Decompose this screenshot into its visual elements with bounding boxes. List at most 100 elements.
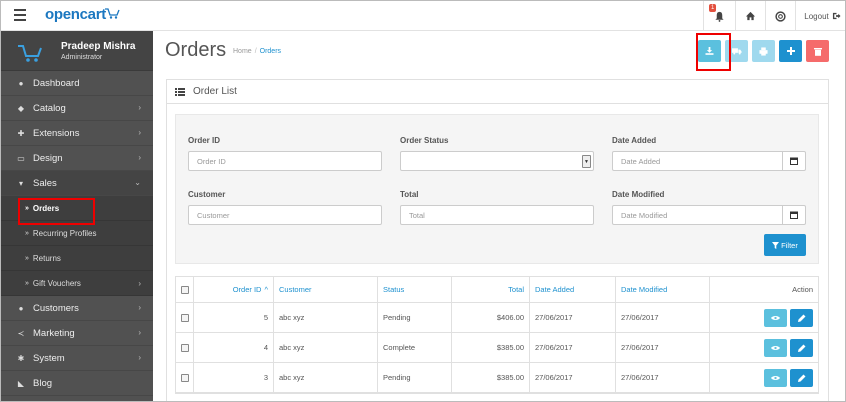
column-total[interactable]: Total <box>452 277 530 302</box>
table-header-row: Order ID ^ Customer Status Total Date Add… <box>176 277 818 303</box>
date-modified-placeholder: Date Modified <box>621 210 668 220</box>
chevron-right-icon: › <box>138 353 141 362</box>
cell-total: $406.00 <box>452 303 530 332</box>
order-id-input[interactable]: Order ID <box>188 151 382 171</box>
order-status-select[interactable]: ▼ <box>400 151 594 171</box>
opencart-cart-icon <box>18 45 42 62</box>
orders-table: Order ID ^ Customer Status Total Date Add… <box>175 276 819 394</box>
view-button[interactable] <box>764 308 787 327</box>
sidebar-item-label: Sales <box>33 177 57 189</box>
order-list-panel: Order List Order ID Order ID Order Statu… <box>166 79 829 401</box>
user-icon: ● <box>18 303 24 313</box>
sidebar-subitem-label: Recurring Profiles <box>32 228 97 238</box>
app-window: opencart 1 Logout Pradeep Mishra Adminis… <box>0 0 846 402</box>
top-header: opencart 1 Logout <box>1 1 845 31</box>
cell-customer: abc xyz <box>274 303 378 332</box>
column-date-modified[interactable]: Date Modified <box>616 277 710 302</box>
table-row: 4 abc xyz Complete $385.00 27/06/2017 27… <box>176 333 818 363</box>
total-input[interactable]: Total <box>400 205 594 225</box>
double-chevron-icon: » <box>25 254 29 262</box>
sidebar-item-system[interactable]: ✱ System › <box>1 346 153 371</box>
chevron-right-icon: › <box>138 279 141 288</box>
column-customer[interactable]: Customer <box>274 277 378 302</box>
view-button[interactable] <box>764 368 787 387</box>
help-button[interactable] <box>765 1 795 31</box>
user-role: Administrator <box>61 54 103 61</box>
sidebar-item-customers[interactable]: ● Customers › <box>1 296 153 321</box>
plus-icon <box>786 47 795 55</box>
cell-order-id: 5 <box>194 303 274 332</box>
sidebar-item-design[interactable]: ▭ Design › <box>1 146 153 171</box>
sidebar-item-blog[interactable]: ◣ Blog <box>1 371 153 396</box>
total-label: Total <box>400 190 419 199</box>
sidebar-item-catalog[interactable]: ◆ Catalog › <box>1 96 153 121</box>
edit-button[interactable] <box>790 308 813 327</box>
cell-total: $385.00 <box>452 333 530 362</box>
chevron-down-icon: ⌄ <box>134 178 141 187</box>
sidebar-item-label: Blog <box>33 377 53 389</box>
row-checkbox[interactable] <box>180 313 189 322</box>
opencart-logo[interactable]: opencart <box>45 6 106 23</box>
edit-button[interactable] <box>790 338 813 357</box>
pencil-icon <box>797 344 805 352</box>
date-modified-input[interactable]: Date Modified <box>612 205 806 225</box>
chevron-right-icon: › <box>138 303 141 312</box>
chevron-right-icon: › <box>138 128 141 137</box>
sidebar-item-label: Customers <box>33 302 79 314</box>
bell-icon <box>715 11 724 22</box>
column-status[interactable]: Status <box>378 277 452 302</box>
notifications-button[interactable]: 1 <box>703 1 735 31</box>
breadcrumb-orders[interactable]: Orders <box>260 48 281 55</box>
sidebar-item-label: Marketing <box>33 327 75 339</box>
home-button[interactable] <box>735 1 765 31</box>
cell-date-modified: 27/06/2017 <box>616 333 710 362</box>
sidebar-item-marketing[interactable]: ≺ Marketing › <box>1 321 153 346</box>
sidebar-item-label: System <box>33 352 65 364</box>
calendar-button[interactable] <box>782 206 805 224</box>
pencil-icon <box>797 314 805 322</box>
column-order-id[interactable]: Order ID ^ <box>194 277 274 302</box>
menu-toggle-icon[interactable] <box>14 9 26 21</box>
sidebar-subitem-returns[interactable]: » Returns <box>1 246 153 271</box>
filter-button[interactable]: Filter <box>764 234 806 256</box>
home-icon <box>745 11 756 21</box>
column-date-added[interactable]: Date Added <box>530 277 616 302</box>
customer-input[interactable]: Customer <box>188 205 382 225</box>
edit-button[interactable] <box>790 368 813 387</box>
main-content: Orders Home / Orders Order List Order ID… <box>153 31 845 401</box>
cell-date-added: 27/06/2017 <box>530 333 616 362</box>
sidebar-item-dashboard[interactable]: ● Dashboard <box>1 71 153 96</box>
delete-button[interactable] <box>806 40 829 62</box>
eye-icon <box>771 345 780 350</box>
date-added-label: Date Added <box>612 136 657 145</box>
cell-date-added: 27/06/2017 <box>530 303 616 332</box>
user-profile[interactable]: Pradeep Mishra Administrator <box>1 31 153 71</box>
row-checkbox[interactable] <box>180 373 189 382</box>
chevron-down-icon: ▼ <box>582 155 591 168</box>
shopping-cart-icon: ▾ <box>18 178 23 188</box>
view-button[interactable] <box>764 338 787 357</box>
sidebar-item-extensions[interactable]: ✚ Extensions › <box>1 121 153 146</box>
add-button[interactable] <box>779 40 802 62</box>
monitor-icon: ▭ <box>17 153 25 163</box>
sidebar-subitem-label: Returns <box>32 253 61 263</box>
notification-badge: 1 <box>709 4 717 12</box>
date-added-input[interactable]: Date Added <box>612 151 806 171</box>
sidebar-subitem-gift-vouchers[interactable]: » Gift Vouchers › <box>1 271 153 296</box>
logout-button[interactable]: Logout <box>795 1 845 31</box>
cell-status: Pending <box>378 303 452 332</box>
breadcrumb-home[interactable]: Home <box>233 48 252 55</box>
orders-highlight-box <box>18 198 95 225</box>
calendar-button[interactable] <box>782 152 805 170</box>
sidebar-item-sales[interactable]: ▾ Sales ⌄ <box>1 171 153 196</box>
cell-customer: abc xyz <box>274 363 378 392</box>
filter-icon <box>772 241 780 249</box>
table-row: 3 abc xyz Pending $385.00 27/06/2017 27/… <box>176 363 818 393</box>
select-all-checkbox[interactable] <box>180 285 189 294</box>
row-checkbox[interactable] <box>180 343 189 352</box>
double-chevron-icon: » <box>25 279 29 287</box>
cell-date-modified: 27/06/2017 <box>616 363 710 392</box>
calendar-icon <box>790 211 798 219</box>
sidebar-subitem-label: Gift Vouchers <box>32 278 81 288</box>
print-button[interactable] <box>752 40 775 62</box>
